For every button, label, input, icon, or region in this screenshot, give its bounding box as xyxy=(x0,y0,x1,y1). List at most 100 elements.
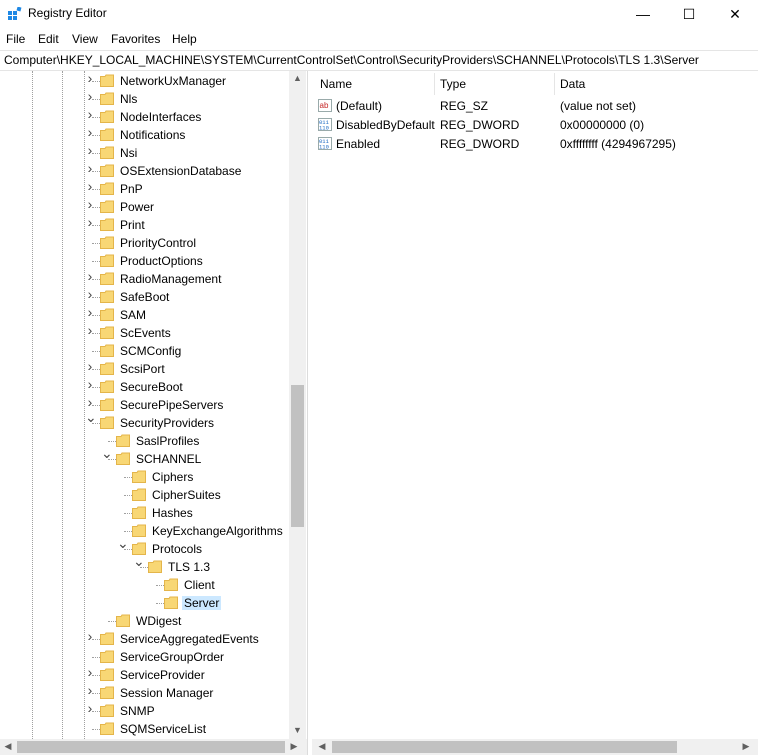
expand-chevron-icon[interactable]: › xyxy=(85,215,95,229)
tree-item[interactable]: › ServiceProvider xyxy=(0,665,288,684)
close-button[interactable]: ✕ xyxy=(712,0,758,28)
column-header-name[interactable]: Name xyxy=(320,77,352,91)
collapse-chevron-icon[interactable]: ⌄ xyxy=(85,410,97,424)
tree-item[interactable]: › ScEvents xyxy=(0,323,288,342)
tree-item[interactable]: PriorityControl xyxy=(0,234,288,252)
expand-chevron-icon[interactable]: › xyxy=(85,629,95,643)
tree-item[interactable]: › RadioManagement xyxy=(0,269,288,288)
tree-item[interactable]: › Nsi xyxy=(0,143,288,162)
tree-item[interactable]: › OSExtensionDatabase xyxy=(0,161,288,180)
svg-text:110: 110 xyxy=(319,144,329,151)
expand-chevron-icon[interactable]: › xyxy=(85,395,95,409)
collapse-chevron-icon[interactable]: ⌄ xyxy=(133,554,145,568)
expand-chevron-icon[interactable]: › xyxy=(85,107,95,121)
collapse-chevron-icon[interactable]: ⌄ xyxy=(101,446,113,460)
tree-item[interactable]: Client xyxy=(0,576,288,594)
expand-chevron-icon[interactable]: › xyxy=(85,683,95,697)
menu-file[interactable]: File xyxy=(6,32,25,46)
scroll-up-icon[interactable]: ▲ xyxy=(289,73,306,83)
tree-item[interactable]: › NetworkUxManager xyxy=(0,71,288,90)
tree-item[interactable]: › SecureBoot xyxy=(0,377,288,396)
tree-item-label: SNMP xyxy=(120,704,155,718)
menu-favorites[interactable]: Favorites xyxy=(111,32,160,46)
tree-item[interactable]: › Notifications xyxy=(0,125,288,144)
tree-item[interactable]: › SAM xyxy=(0,305,288,324)
scroll-left-icon[interactable]: ◀ xyxy=(316,741,328,752)
value-data: 0x00000000 (0) xyxy=(560,118,645,132)
tree-item[interactable]: ⌄ SCHANNEL xyxy=(0,446,288,468)
tree-item[interactable]: KeyExchangeAlgorithms xyxy=(0,522,288,540)
tree-hscroll-thumb[interactable] xyxy=(17,741,285,753)
address-path[interactable]: Computer\HKEY_LOCAL_MACHINE\SYSTEM\Curre… xyxy=(4,53,699,67)
folder-icon xyxy=(100,146,114,159)
tree-item[interactable]: › SNMP xyxy=(0,701,288,720)
tree-item-label: ServiceProvider xyxy=(120,668,205,682)
tree-item[interactable]: › SecurePipeServers xyxy=(0,395,288,414)
column-header-data[interactable]: Data xyxy=(560,77,585,91)
tree-guide-connector xyxy=(92,351,100,352)
minimize-button[interactable]: — xyxy=(620,0,666,28)
tree-item[interactable]: ⌄ TLS 1.3 xyxy=(0,554,288,576)
scroll-right-icon[interactable]: ▶ xyxy=(740,741,752,752)
column-divider[interactable] xyxy=(554,73,555,95)
tree-item-label: Server xyxy=(182,596,222,610)
expand-chevron-icon[interactable]: › xyxy=(85,665,95,679)
value-row[interactable]: 011 110 DisabledByDefault REG_DWORD 0x00… xyxy=(312,116,758,134)
tree-item[interactable]: ProductOptions xyxy=(0,252,288,270)
folder-icon xyxy=(100,182,114,195)
column-header-type[interactable]: Type xyxy=(440,77,466,91)
scroll-right-icon[interactable]: ▶ xyxy=(288,741,300,752)
scroll-left-icon[interactable]: ◀ xyxy=(2,741,14,752)
expand-chevron-icon[interactable]: › xyxy=(85,359,95,373)
tree-item-label: ServiceAggregatedEvents xyxy=(120,632,259,646)
tree-item[interactable]: Ciphers xyxy=(0,468,288,486)
expand-chevron-icon[interactable]: › xyxy=(85,71,95,85)
tree-item[interactable]: › NodeInterfaces xyxy=(0,107,288,126)
expand-chevron-icon[interactable]: › xyxy=(85,323,95,337)
tree-item[interactable]: › ServiceAggregatedEvents xyxy=(0,629,288,648)
folder-icon xyxy=(164,596,178,609)
expand-chevron-icon[interactable]: › xyxy=(85,125,95,139)
expand-chevron-icon[interactable]: › xyxy=(85,89,95,103)
tree-item[interactable]: SaslProfiles xyxy=(0,432,288,450)
tree-scroll-thumb[interactable] xyxy=(291,385,304,527)
column-divider[interactable] xyxy=(434,73,435,95)
expand-chevron-icon[interactable]: › xyxy=(85,269,95,283)
tree-item[interactable]: › PnP xyxy=(0,179,288,198)
expand-chevron-icon[interactable]: › xyxy=(85,143,95,157)
expand-chevron-icon[interactable]: › xyxy=(85,305,95,319)
tree-item[interactable]: Server xyxy=(0,594,288,612)
expand-chevron-icon[interactable]: › xyxy=(85,377,95,391)
values-hscroll-thumb[interactable] xyxy=(332,741,677,753)
expand-chevron-icon[interactable]: › xyxy=(85,179,95,193)
tree-item[interactable]: › Power xyxy=(0,197,288,216)
folder-icon xyxy=(100,722,114,735)
tree-item[interactable]: SCMConfig xyxy=(0,342,288,360)
tree-item[interactable]: › Session Manager xyxy=(0,683,288,702)
tree-item[interactable]: › SafeBoot xyxy=(0,287,288,306)
tree-item[interactable]: WDigest xyxy=(0,612,288,630)
tree-item[interactable]: CipherSuites xyxy=(0,486,288,504)
value-row[interactable]: ab (Default) REG_SZ (value not set) xyxy=(312,97,758,115)
expand-chevron-icon[interactable]: › xyxy=(85,287,95,301)
scroll-down-icon[interactable]: ▼ xyxy=(289,725,306,735)
menu-view[interactable]: View xyxy=(72,32,98,46)
tree-item[interactable]: › Print xyxy=(0,215,288,234)
tree-item-label: Ciphers xyxy=(152,470,194,484)
menu-help[interactable]: Help xyxy=(172,32,197,46)
tree-item[interactable]: › Nls xyxy=(0,89,288,108)
maximize-button[interactable]: ☐ xyxy=(666,0,712,28)
tree-item[interactable]: SQMServiceList xyxy=(0,720,288,738)
tree-item[interactable]: › ScsiPort xyxy=(0,359,288,378)
tree-item[interactable]: ServiceGroupOrder xyxy=(0,648,288,666)
expand-chevron-icon[interactable]: › xyxy=(85,197,95,211)
expand-chevron-icon[interactable]: › xyxy=(85,161,95,175)
collapse-chevron-icon[interactable]: ⌄ xyxy=(117,536,129,550)
value-row[interactable]: 011 110 Enabled REG_DWORD 0xffffffff (42… xyxy=(312,135,758,153)
tree-item[interactable]: Hashes xyxy=(0,504,288,522)
address-bar[interactable]: Computer\HKEY_LOCAL_MACHINE\SYSTEM\Curre… xyxy=(0,50,758,71)
expand-chevron-icon[interactable]: › xyxy=(85,701,95,715)
tree-item[interactable]: ⌄ SecurityProviders xyxy=(0,410,288,432)
menu-edit[interactable]: Edit xyxy=(38,32,59,46)
folder-icon xyxy=(100,200,114,213)
